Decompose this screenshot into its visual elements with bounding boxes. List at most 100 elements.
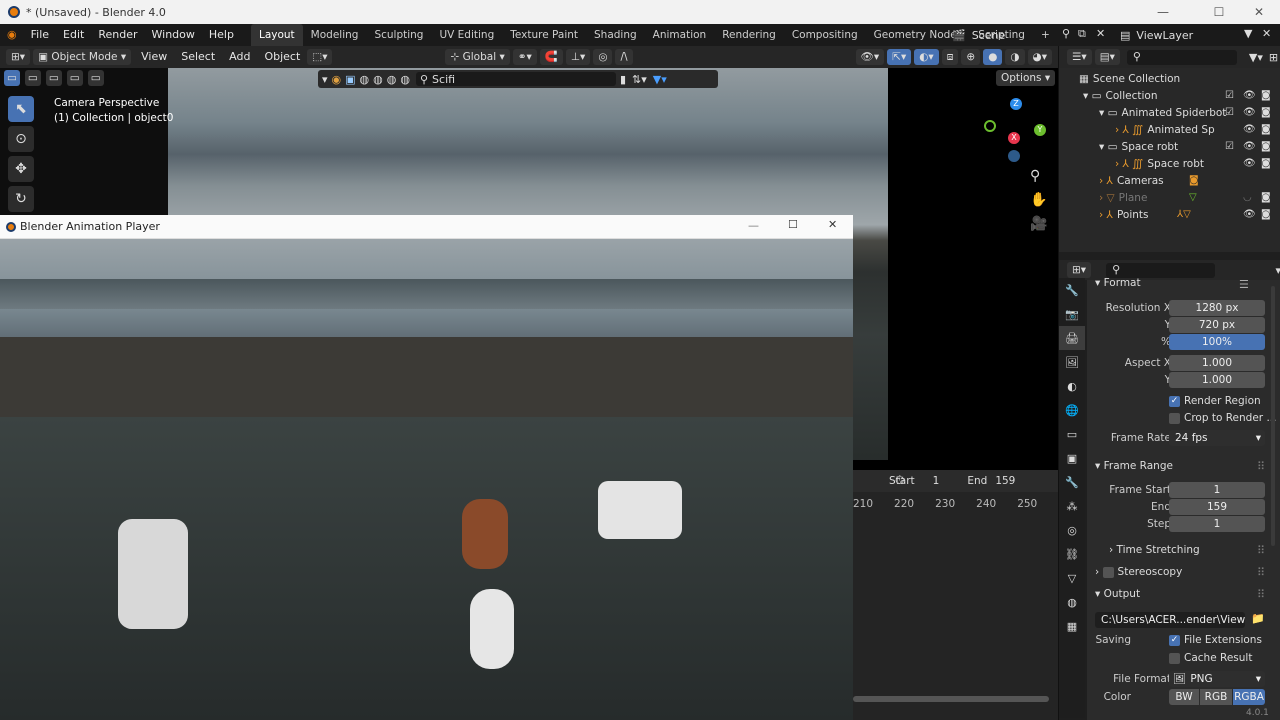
tab-compositing[interactable]: Compositing [784, 24, 866, 46]
outliner-root[interactable]: ▦ Scene Collection [1059, 70, 1280, 87]
cursor-tool-icon[interactable]: ⊙ [8, 126, 34, 152]
pin-icon[interactable]: ⚲ [1062, 27, 1070, 40]
particles-tab-icon[interactable]: ⁂ [1059, 494, 1085, 518]
list-icon[interactable]: ☰ [1239, 278, 1249, 291]
color-rgba-button[interactable]: RGBA [1233, 689, 1265, 705]
shading-render-icon[interactable]: ◕▾ [1027, 49, 1052, 65]
bookmark-icon[interactable]: ▮ [620, 73, 626, 86]
outliner-filter-icon[interactable]: ▼▾ [1249, 51, 1263, 64]
frame-rate-dropdown[interactable]: 24 fps ▾ [1169, 430, 1265, 446]
axis-z-icon[interactable]: Z [1010, 98, 1022, 110]
pan-hand-icon[interactable]: ✋ [1030, 192, 1047, 208]
resolution-y-field[interactable]: 720 px [1169, 317, 1265, 333]
funnel-icon[interactable]: ▼▾ [653, 73, 667, 86]
frame-step-field[interactable]: 1 [1169, 516, 1265, 532]
stereoscopy-section-header[interactable]: › Stereoscopy [1095, 566, 1182, 578]
rotate-tool-icon[interactable]: ↻ [8, 186, 34, 212]
menu-window[interactable]: Window [145, 24, 202, 46]
frame-start-field[interactable]: 1 [1169, 482, 1265, 498]
modifier-tab-icon[interactable]: 🔧 [1059, 470, 1085, 494]
material-tab-icon[interactable]: ◍ [1059, 590, 1085, 614]
frame-end-field[interactable]: 159 [1169, 499, 1265, 515]
render-tab-icon[interactable]: 📷 [1059, 302, 1085, 326]
tab-uv-editing[interactable]: UV Editing [431, 24, 502, 46]
remove-viewlayer-icon[interactable]: ✕ [1262, 27, 1271, 40]
snap-icon[interactable]: 🧲 [539, 49, 563, 65]
menu-select[interactable]: Select [174, 46, 222, 68]
overlay-search-input[interactable]: ⚲ Scifi [415, 72, 616, 86]
viewlayer-selector[interactable]: ▤ ViewLayer [1120, 27, 1250, 43]
menu-file[interactable]: File [24, 24, 56, 46]
new-collection-icon[interactable]: ⊞ [1269, 51, 1278, 64]
menu-edit[interactable]: Edit [56, 24, 91, 46]
axis-y-icon[interactable]: Y [1034, 124, 1046, 136]
outliner-editor-icon[interactable]: ☰▾ [1067, 49, 1092, 65]
zoom-icon[interactable]: ⚲ [1030, 168, 1040, 184]
scene-tab-icon[interactable]: ◐ [1059, 374, 1085, 398]
select-new-icon[interactable]: ▭ [4, 70, 20, 86]
view-layer-tab-icon[interactable]: 🖼 [1059, 350, 1085, 374]
outliner-item[interactable]: › ⅄ Points ⅄▽ 👁 ◙ [1059, 206, 1280, 223]
tab-sculpting[interactable]: Sculpting [366, 24, 431, 46]
visibility-icon[interactable]: 👁▾ [855, 49, 885, 65]
options-button[interactable]: Options ▾ [996, 70, 1056, 86]
axis-neg-y-icon[interactable] [984, 120, 996, 132]
menu-render[interactable]: Render [91, 24, 144, 46]
frame-range-section-header[interactable]: ▾ Frame Range [1095, 460, 1173, 472]
scene-selector[interactable]: 🎬 Scene [952, 27, 1052, 43]
axis-x-icon[interactable]: X [1008, 132, 1020, 144]
proportional-edit-icon[interactable]: ◎ [593, 49, 613, 65]
restrict-render-icon[interactable]: ◍ [373, 73, 383, 86]
object-types-icon[interactable]: ◉ [332, 73, 342, 86]
drag-handle-icon[interactable]: ⠿ [1257, 588, 1265, 601]
new-scene-icon[interactable]: ⧉ [1078, 27, 1086, 41]
restrict-holdout-icon[interactable]: ◍ [387, 73, 397, 86]
drag-handle-icon[interactable]: ⠿ [1257, 566, 1265, 579]
file-extensions-checkbox[interactable]: ✓ File Extensions [1169, 634, 1262, 646]
xray-icon[interactable]: ⧈ [941, 49, 959, 65]
tab-modeling[interactable]: Modeling [303, 24, 367, 46]
player-close-icon[interactable]: ✕ [828, 218, 837, 231]
timeline-start-field[interactable]: 1 [933, 475, 940, 487]
folder-icon[interactable]: 📁 [1251, 612, 1265, 625]
select-box-tool-icon[interactable]: ⬉ [8, 96, 34, 122]
tab-texture-paint[interactable]: Texture Paint [502, 24, 586, 46]
animation-player-window[interactable]: Blender Animation Player — ☐ ✕ [0, 215, 853, 720]
blender-menu-icon[interactable]: ◉ [0, 24, 24, 46]
pivot-point-icon[interactable]: ⚭▾ [512, 49, 537, 65]
select-extend-icon[interactable]: ▭ [24, 70, 41, 86]
tab-animation[interactable]: Animation [645, 24, 715, 46]
axis-neg-z-icon[interactable] [1008, 150, 1020, 162]
orientation-dropdown[interactable]: ⊹ Global ▾ [445, 49, 510, 65]
properties-scrollbar[interactable] [1271, 286, 1275, 546]
move-tool-icon[interactable]: ✥ [8, 156, 34, 182]
outliner-item[interactable]: › ▽ Plane ▽ ◡ ◙ [1059, 189, 1280, 206]
sort-icon[interactable]: ⇅▾ [632, 73, 647, 86]
data-tab-icon[interactable]: ▽ [1059, 566, 1085, 590]
render-region-checkbox[interactable]: ✓ Render Region [1169, 395, 1261, 407]
color-rgb-button[interactable]: RGB [1200, 689, 1232, 705]
menu-view[interactable]: View [134, 46, 174, 68]
player-maximize-icon[interactable]: ☐ [788, 218, 798, 231]
menu-object[interactable]: Object [257, 46, 307, 68]
tab-rendering[interactable]: Rendering [714, 24, 784, 46]
camera-view-icon[interactable]: 🎥 [1030, 216, 1047, 232]
object-tab-icon[interactable]: ▣ [1059, 446, 1085, 470]
drag-handle-icon[interactable]: ⠿ [1257, 460, 1265, 473]
outliner-item[interactable]: ▾ ▭ Animated Spiderbot ☑ 👁 ◙ [1059, 104, 1280, 121]
shading-solid-icon[interactable]: ● [983, 49, 1003, 65]
aspect-x-field[interactable]: 1.000 [1169, 355, 1265, 371]
timeline-editor[interactable]: Start 1 End 159 ⏱ 210 220 230 240 250 [853, 470, 1058, 720]
stopwatch-icon[interactable]: ⏱ [895, 473, 904, 488]
menu-help[interactable]: Help [202, 24, 241, 46]
select-subtract-icon[interactable]: ▭ [45, 70, 62, 86]
mode-dropdown[interactable]: ▣ Object Mode ▾ [33, 49, 132, 65]
output-section-header[interactable]: ▾ Output [1095, 588, 1140, 600]
crop-checkbox[interactable]: Crop to Render ... [1169, 412, 1276, 424]
output-path-field[interactable]: C:\Users\ACER...ender\Viewport\ [1095, 612, 1245, 628]
drag-handle-icon[interactable]: ⠿ [1257, 544, 1265, 557]
outliner-item[interactable]: › ⅄ Cameras ◙ [1059, 172, 1280, 189]
menu-add[interactable]: Add [222, 46, 257, 68]
restrict-view-icon[interactable]: ◍ [360, 73, 370, 86]
shading-wire-icon[interactable]: ⊕ [961, 49, 981, 65]
